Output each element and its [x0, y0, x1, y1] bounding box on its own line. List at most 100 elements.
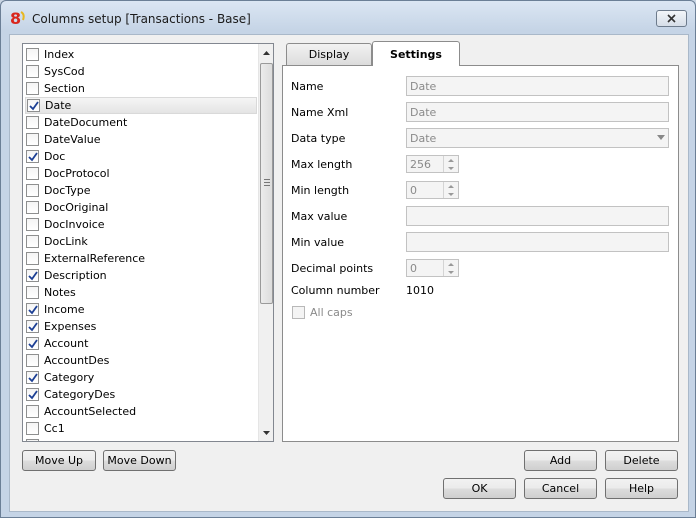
namexml-field[interactable]: Date: [406, 102, 669, 122]
maxlength-spinner[interactable]: 256: [406, 155, 459, 173]
checkmark-icon: [28, 373, 38, 383]
add-button[interactable]: Add: [524, 450, 597, 471]
list-item[interactable]: ExternalReference: [25, 250, 257, 267]
checkbox-box[interactable]: [26, 184, 39, 197]
list-item[interactable]: Description: [25, 267, 257, 284]
list-item-label: Index: [44, 48, 75, 61]
list-item-label: Doc: [44, 150, 66, 163]
checkbox-box[interactable]: [26, 252, 39, 265]
maxvalue-label: Max value: [291, 210, 348, 223]
close-button[interactable]: [656, 10, 687, 27]
scroll-down-arrow[interactable]: [259, 424, 273, 441]
checkbox-box[interactable]: [26, 371, 39, 384]
list-scrollbar[interactable]: [258, 44, 273, 441]
checkbox-box[interactable]: [26, 337, 39, 350]
minlength-value: 0: [410, 184, 417, 197]
spin-down-icon[interactable]: [444, 164, 458, 172]
columns-list[interactable]: Index SysCod Section Date DateDocument DateVa…: [22, 43, 274, 442]
maxlength-label: Max length: [291, 158, 353, 171]
checkbox-box[interactable]: [27, 99, 40, 112]
datatype-select[interactable]: Date: [406, 128, 669, 148]
cancel-button[interactable]: Cancel: [524, 478, 597, 499]
window-title: Columns setup [Transactions - Base]: [32, 12, 251, 26]
list-item[interactable]: Cc2: [25, 437, 257, 441]
list-item[interactable]: DocLink: [25, 233, 257, 250]
list-item-label: CategoryDes: [44, 388, 116, 401]
checkbox-box[interactable]: [26, 65, 39, 78]
checkbox-box[interactable]: [26, 167, 39, 180]
spin-up-icon[interactable]: [444, 182, 458, 190]
list-item[interactable]: CategoryDes: [25, 386, 257, 403]
list-item[interactable]: Section: [25, 80, 257, 97]
tab-display-label: Display: [308, 48, 350, 61]
list-item[interactable]: Account: [25, 335, 257, 352]
list-item[interactable]: DateDocument: [25, 114, 257, 131]
list-item[interactable]: Index: [25, 46, 257, 63]
spin-down-icon[interactable]: [444, 190, 458, 198]
checkbox-box[interactable]: [26, 218, 39, 231]
minvalue-label: Min value: [291, 236, 345, 249]
list-item[interactable]: AccountDes: [25, 352, 257, 369]
move-down-button[interactable]: Move Down: [103, 450, 176, 471]
title-bar: 8 Columns setup [Transactions - Base]: [1, 1, 695, 35]
checkbox-box[interactable]: [26, 201, 39, 214]
list-item[interactable]: Expenses: [25, 318, 257, 335]
list-item[interactable]: DocProtocol: [25, 165, 257, 182]
list-item-label: Income: [44, 303, 85, 316]
list-item[interactable]: Category: [25, 369, 257, 386]
list-item[interactable]: DocType: [25, 182, 257, 199]
list-item[interactable]: DateValue: [25, 131, 257, 148]
list-item[interactable]: Income: [25, 301, 257, 318]
allcaps-checkbox[interactable]: All caps: [291, 306, 353, 319]
spinner-buttons[interactable]: [443, 260, 458, 276]
minvalue-field[interactable]: [406, 232, 669, 252]
delete-button[interactable]: Delete: [605, 450, 678, 471]
spin-down-icon[interactable]: [444, 268, 458, 276]
checkbox-box[interactable]: [26, 48, 39, 61]
checkbox-box[interactable]: [26, 439, 39, 441]
scroll-thumb[interactable]: [260, 63, 273, 304]
list-item[interactable]: AccountSelected: [25, 403, 257, 420]
help-button[interactable]: Help: [605, 478, 678, 499]
scroll-up-arrow[interactable]: [259, 44, 273, 61]
checkbox-box[interactable]: [26, 150, 39, 163]
list-item[interactable]: Notes: [25, 284, 257, 301]
minlength-spinner[interactable]: 0: [406, 181, 459, 199]
decimal-spinner[interactable]: 0: [406, 259, 459, 277]
spinner-buttons[interactable]: [443, 156, 458, 172]
tab-display[interactable]: Display: [286, 43, 372, 65]
list-item-label: DateValue: [44, 133, 101, 146]
colnum-value: 1010: [406, 284, 434, 297]
list-item[interactable]: Date: [25, 97, 257, 114]
list-item[interactable]: DocOriginal: [25, 199, 257, 216]
list-item[interactable]: Cc1: [25, 420, 257, 437]
ok-button[interactable]: OK: [443, 478, 516, 499]
checkbox-box[interactable]: [26, 320, 39, 333]
list-item[interactable]: SysCod: [25, 63, 257, 80]
checkbox-box[interactable]: [26, 303, 39, 316]
spin-up-icon[interactable]: [444, 260, 458, 268]
list-item-label: Account: [44, 337, 89, 350]
checkbox-box[interactable]: [26, 422, 39, 435]
checkbox-box[interactable]: [26, 405, 39, 418]
checkbox-box[interactable]: [26, 133, 39, 146]
move-up-button[interactable]: Move Up: [22, 450, 96, 471]
list-item[interactable]: DocInvoice: [25, 216, 257, 233]
checkbox-box[interactable]: [26, 388, 39, 401]
checkbox-box[interactable]: [292, 306, 305, 319]
checkmark-icon: [28, 322, 38, 332]
list-item-label: AccountDes: [44, 354, 110, 367]
checkbox-box[interactable]: [26, 235, 39, 248]
name-label: Name: [291, 80, 324, 93]
spinner-buttons[interactable]: [443, 182, 458, 198]
checkbox-box[interactable]: [26, 116, 39, 129]
list-item[interactable]: Doc: [25, 148, 257, 165]
checkbox-box[interactable]: [26, 269, 39, 282]
tab-settings[interactable]: Settings: [372, 41, 460, 66]
checkbox-box[interactable]: [26, 354, 39, 367]
name-field[interactable]: Date: [406, 76, 669, 96]
checkbox-box[interactable]: [26, 82, 39, 95]
maxvalue-field[interactable]: [406, 206, 669, 226]
spin-up-icon[interactable]: [444, 156, 458, 164]
checkbox-box[interactable]: [26, 286, 39, 299]
